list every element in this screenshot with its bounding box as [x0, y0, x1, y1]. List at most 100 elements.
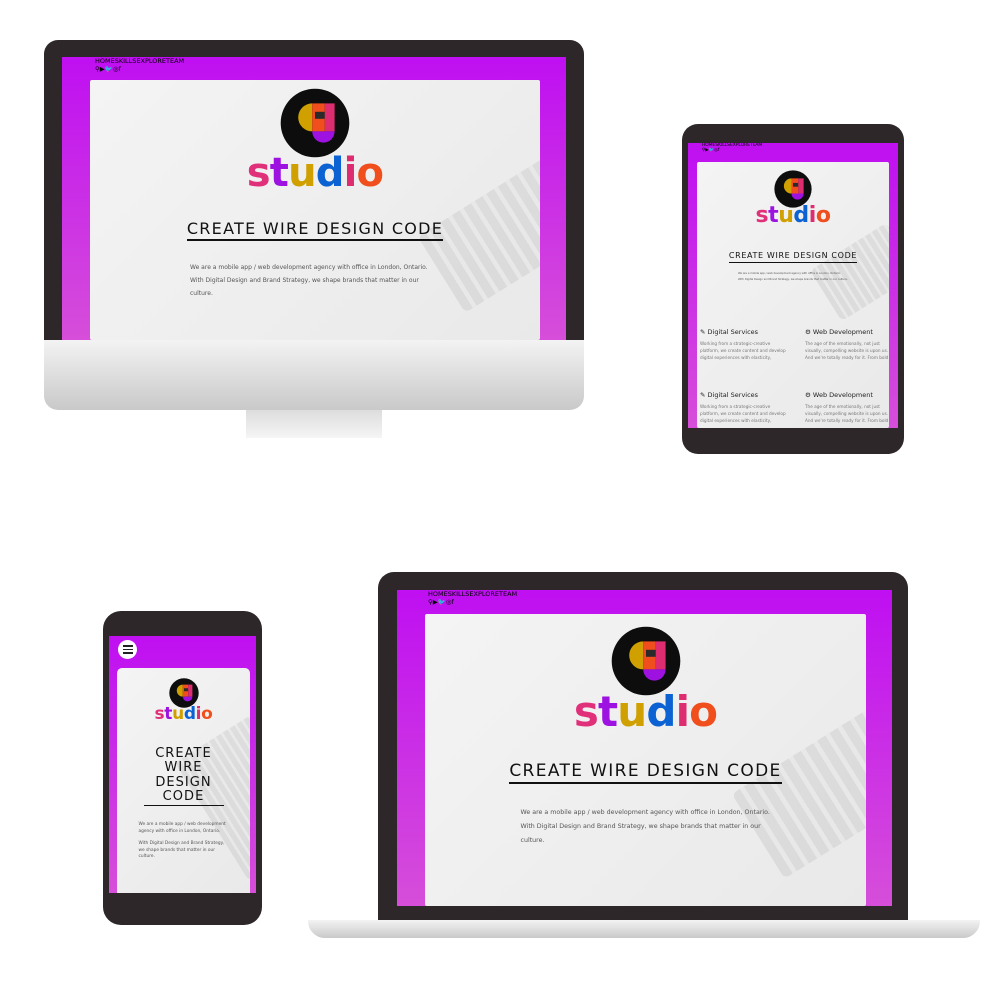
brand-letter: i — [675, 686, 690, 736]
brand-letter: u — [617, 686, 647, 736]
brand-letter: s — [246, 150, 271, 197]
intro-paragraph-1: We are a mobile app / web development ag… — [190, 264, 428, 272]
facebook-icon[interactable]: f — [452, 598, 454, 606]
headline: CREATE WIRE DESIGN CODE — [186, 220, 444, 242]
headline-wrap: CREATE WIRE DESIGN CODE — [90, 219, 540, 242]
nav-link-home[interactable]: HOME — [95, 57, 115, 65]
brand-letter: u — [778, 203, 794, 229]
top-nav: HOMESKILLSEXPLORETEAM ⚲▶🐦◎f — [62, 57, 566, 78]
brand-wordmark: studio — [425, 690, 866, 733]
nav-links: HOMESKILLSEXPLORETEAM — [428, 590, 864, 598]
intro-paragraph-2: With Digital Design and Brand Strategy, … — [138, 841, 225, 859]
service-title: Web Development — [812, 391, 873, 399]
service-text: The age of the emotionally, not just vis… — [805, 404, 889, 424]
brand-letter: u — [172, 703, 184, 724]
hero-panel: studio CREATE WIRE DESIGN CODE We are a mo… — [425, 614, 866, 906]
brand-letter: i — [808, 203, 817, 229]
brand-letter: t — [598, 686, 618, 736]
intro-paragraph-1: We are a mobile app / web development ag… — [138, 822, 226, 834]
hero-section: studio CREATE WIRE DESIGN CODE We are a mo… — [117, 678, 250, 860]
studio-logo-icon — [697, 170, 889, 208]
twitter-icon[interactable]: 🐦 — [105, 65, 113, 73]
headline: CREATE WIRE DESIGN CODE — [143, 746, 224, 807]
intro-paragraph-2: With Digital Design and Brand Strategy, … — [190, 277, 419, 298]
intro-paragraph-2: With Digital Design and Brand Strategy, … — [738, 277, 848, 281]
intro-paragraph-2: With Digital Design and Brand Strategy, … — [520, 822, 761, 844]
brand-letter: o — [201, 703, 213, 724]
gear-icon: ⚙ — [805, 328, 813, 336]
headline-wrap: CREATE WIRE DESIGN CODE — [697, 243, 889, 263]
intro-text: We are a mobile app / web development ag… — [190, 261, 440, 301]
brand-letter: s — [154, 703, 165, 724]
top-nav: HOMESKILLSEXPLORETEAM ⚲▶🐦◎f — [688, 143, 898, 160]
phone-screen: studio CREATE WIRE DESIGN CODE We are a mo… — [109, 636, 256, 893]
brand-letter: o — [689, 686, 718, 736]
service-text: Working from a strategic-creative platfo… — [700, 404, 786, 424]
social-icons: ⚲▶🐦◎f — [428, 598, 864, 606]
top-nav: HOMESKILLSEXPLORETEAM ⚲▶🐦◎f — [397, 590, 892, 612]
hero-panel: studio CREATE WIRE DESIGN CODE We are a mo… — [90, 80, 540, 340]
social-icons: ⚲▶🐦◎f — [95, 65, 536, 73]
pencil-icon: ✎ — [700, 328, 708, 336]
hero-panel: studio CREATE WIRE DESIGN CODE We are a mo… — [117, 668, 250, 893]
hero-section: studio CREATE WIRE DESIGN CODE We are a mo… — [425, 626, 866, 848]
service-title-row: ✎ Digital Services — [700, 328, 788, 336]
brand-letter: d — [646, 686, 676, 736]
brand-letter: u — [288, 150, 316, 197]
hero-panel: studio CREATE WIRE DESIGN CODE We are a mo… — [697, 162, 889, 428]
brand-letter: t — [269, 150, 289, 197]
headline-wrap: CREATE WIRE DESIGN CODE — [425, 761, 866, 785]
brand-letter: d — [793, 203, 809, 229]
menu-bar — [122, 645, 133, 647]
intro-text: We are a mobile app / web development ag… — [139, 822, 229, 860]
hamburger-menu-icon[interactable] — [118, 640, 137, 659]
tablet-screen: HOMESKILLSEXPLORETEAM ⚲▶🐦◎f studio CREATE W… — [688, 143, 898, 428]
intro-paragraph-1: We are a mobile app / web development ag… — [738, 271, 841, 275]
hero-section: studio CREATE WIRE DESIGN CODE We are a mo… — [90, 88, 540, 301]
nav-link-explore[interactable]: EXPLORE — [730, 143, 750, 148]
nav-link-skills[interactable]: SKILLS — [115, 57, 137, 65]
hero-section: studio CREATE WIRE DESIGN CODE We are a mo… — [697, 170, 889, 282]
nav-link-explore[interactable]: EXPLORE — [469, 590, 499, 598]
brand-letter: d — [183, 703, 196, 724]
intro-paragraph-1: We are a mobile app / web development ag… — [520, 809, 770, 817]
brand-letter: s — [573, 686, 599, 736]
menu-bar — [122, 652, 133, 654]
brand-letter: t — [768, 203, 779, 229]
facebook-icon[interactable]: f — [718, 148, 720, 153]
service-title-row: ✎ Digital Services — [700, 391, 788, 399]
brand-letter: o — [356, 150, 384, 197]
brand-letter: i — [343, 150, 358, 197]
nav-links: HOMESKILLSEXPLORETEAM — [95, 57, 536, 65]
service-text: Working from a strategic-creative platfo… — [700, 341, 786, 361]
service-title: Digital Services — [707, 391, 759, 399]
brand-wordmark: studio — [90, 153, 540, 193]
studio-logo-icon — [425, 626, 866, 696]
service-card: ⚙ Web Development The age of the emotiona… — [805, 328, 889, 362]
facebook-icon[interactable]: f — [119, 65, 121, 73]
service-text: The age of the emotionally, not just vis… — [805, 341, 889, 361]
laptop-screen: HOMESKILLSEXPLORETEAM ⚲▶🐦◎f studio CREATE W… — [397, 590, 892, 906]
intro-text: We are a mobile app / web development ag… — [521, 806, 771, 848]
brand-letter: o — [815, 203, 831, 229]
studio-logo-icon — [90, 88, 540, 158]
brand-letter: t — [164, 703, 173, 724]
brand-wordmark: studio — [117, 703, 250, 724]
nav-link-home[interactable]: HOME — [428, 590, 448, 598]
nav-link-team[interactable]: TEAM — [750, 143, 762, 148]
service-card: ✎ Digital Services Working from a strateg… — [700, 391, 788, 425]
nav-link-explore[interactable]: EXPLORE — [136, 57, 166, 65]
nav-link-team[interactable]: TEAM — [166, 57, 184, 65]
menu-bar — [122, 648, 133, 651]
social-icons: ⚲▶🐦◎f — [702, 148, 886, 153]
brand-letter: d — [315, 150, 345, 197]
service-title-row: ⚙ Web Development — [805, 391, 889, 399]
twitter-icon[interactable]: 🐦 — [438, 598, 446, 606]
brand-letter: s — [755, 203, 769, 229]
brand-wordmark: studio — [697, 205, 889, 227]
nav-link-team[interactable]: TEAM — [499, 590, 517, 598]
pencil-icon: ✎ — [700, 391, 708, 399]
nav-link-skills[interactable]: SKILLS — [448, 590, 470, 598]
headline-wrap: CREATE WIRE DESIGN CODE — [143, 746, 224, 807]
service-title: Web Development — [812, 328, 873, 336]
